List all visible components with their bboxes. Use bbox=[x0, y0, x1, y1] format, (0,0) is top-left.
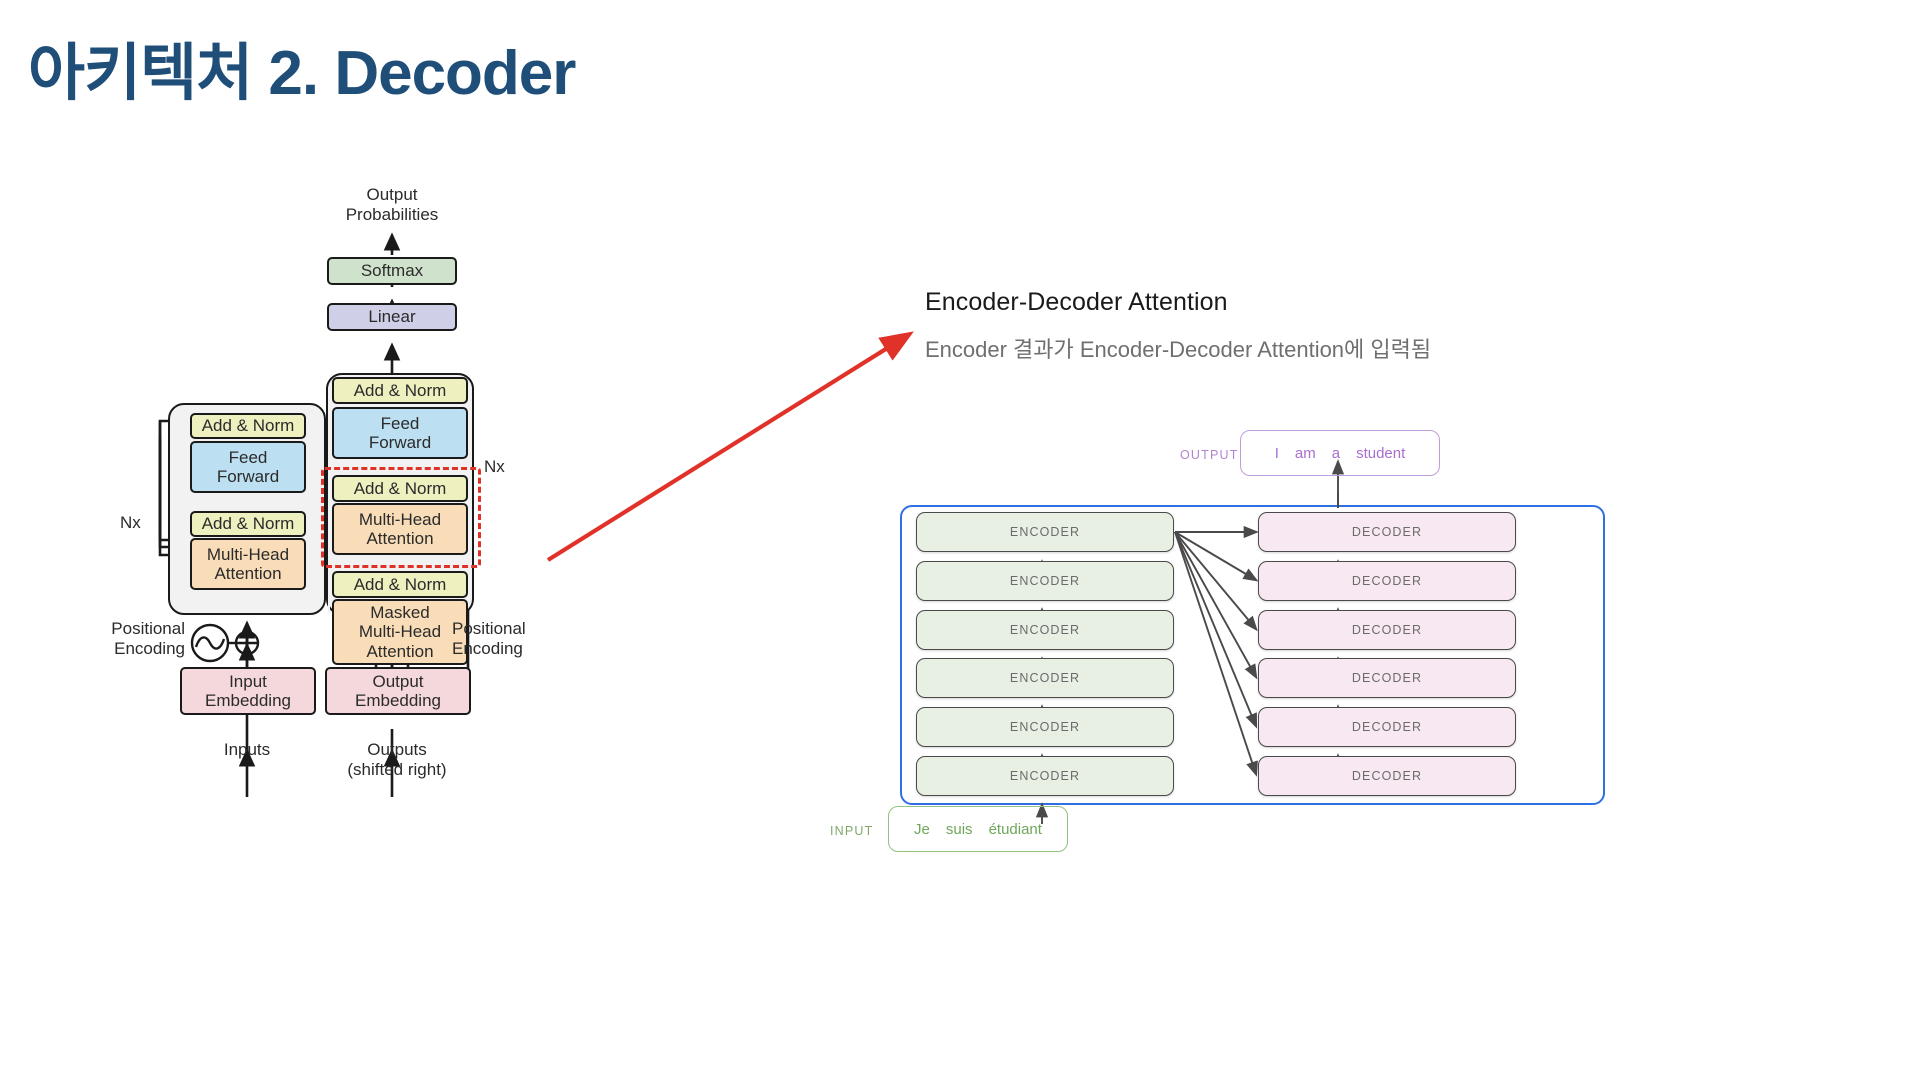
encoder-decoder-stack-figure: ENCODER ENCODER ENCODER ENCODER ENCODER … bbox=[830, 420, 1620, 852]
slide-root: 아키텍처 2. Decoder Output Probabilities Sof… bbox=[0, 0, 1920, 1080]
encoder-cell-1[interactable]: ENCODER bbox=[916, 512, 1174, 552]
decoder-cell-5[interactable]: DECODER bbox=[1258, 707, 1516, 747]
encoder-cell-6[interactable]: ENCODER bbox=[916, 756, 1174, 796]
decoder-cell-1[interactable]: DECODER bbox=[1258, 512, 1516, 552]
decoder-add-norm-mid: Add & Norm bbox=[332, 475, 468, 502]
softmax-box: Softmax bbox=[327, 257, 457, 285]
output-embedding-box: Output Embedding bbox=[325, 667, 471, 715]
input-tokens-box[interactable]: Je suis étudiant bbox=[888, 806, 1068, 852]
callout-subtext: Encoder 결과가 Encoder-Decoder Attention에 입… bbox=[925, 337, 1432, 362]
decoder-add-norm-bottom: Add & Norm bbox=[332, 571, 468, 598]
decoder-positional-encoding-label: Positional Encoding bbox=[452, 619, 526, 659]
encoder-self-attention: Multi-Head Attention bbox=[190, 538, 306, 590]
decoder-masked-attention: Masked Multi-Head Attention bbox=[332, 599, 468, 665]
callout: Encoder-Decoder Attention Encoder 결과가 En… bbox=[925, 288, 1431, 364]
input-token-2: suis bbox=[945, 820, 973, 838]
output-probabilities-label: Output Probabilities bbox=[345, 185, 439, 225]
encoder-cell-5[interactable]: ENCODER bbox=[916, 707, 1174, 747]
decoder-cell-2[interactable]: DECODER bbox=[1258, 561, 1516, 601]
input-label: INPUT bbox=[830, 824, 874, 838]
input-token-1: Je bbox=[914, 820, 930, 838]
decoder-cell-6[interactable]: DECODER bbox=[1258, 756, 1516, 796]
input-token-3: étudiant bbox=[988, 820, 1042, 838]
page-title: 아키텍처 2. Decoder bbox=[28, 39, 576, 108]
encoder-nx-label: Nx bbox=[120, 513, 141, 532]
decoder-cross-attention: Multi-Head Attention bbox=[332, 503, 468, 555]
encoder-add-norm-bottom: Add & Norm bbox=[190, 511, 306, 537]
inputs-label: Inputs bbox=[223, 740, 271, 759]
output-token-1: I bbox=[1274, 444, 1279, 462]
decoder-feed-forward: Feed Forward bbox=[332, 407, 468, 459]
encoder-add-norm-top: Add & Norm bbox=[190, 413, 306, 439]
output-token-4: student bbox=[1356, 444, 1406, 462]
output-tokens-box[interactable]: I am a student bbox=[1240, 430, 1440, 476]
output-token-3: a bbox=[1331, 444, 1341, 462]
callout-heading: Encoder-Decoder Attention bbox=[925, 288, 1228, 316]
decoder-nx-label: Nx bbox=[484, 457, 505, 476]
input-embedding-box: Input Embedding bbox=[180, 667, 316, 715]
linear-box: Linear bbox=[327, 303, 457, 331]
decoder-add-norm-top: Add & Norm bbox=[332, 377, 468, 404]
encoder-cell-2[interactable]: ENCODER bbox=[916, 561, 1174, 601]
encoder-cell-4[interactable]: ENCODER bbox=[916, 658, 1174, 698]
encoder-feed-forward: Feed Forward bbox=[190, 441, 306, 493]
encoder-positional-encoding-label: Positional Encoding bbox=[111, 619, 185, 659]
output-token-2: am bbox=[1294, 444, 1316, 462]
decoder-cell-3[interactable]: DECODER bbox=[1258, 610, 1516, 650]
outputs-shifted-right-label: Outputs (shifted right) bbox=[347, 740, 447, 780]
transformer-architecture-figure: Output Probabilities Softmax Linear Add … bbox=[111, 185, 680, 955]
encoder-cell-3[interactable]: ENCODER bbox=[916, 610, 1174, 650]
output-label: OUTPUT bbox=[1180, 448, 1239, 462]
decoder-cell-4[interactable]: DECODER bbox=[1258, 658, 1516, 698]
